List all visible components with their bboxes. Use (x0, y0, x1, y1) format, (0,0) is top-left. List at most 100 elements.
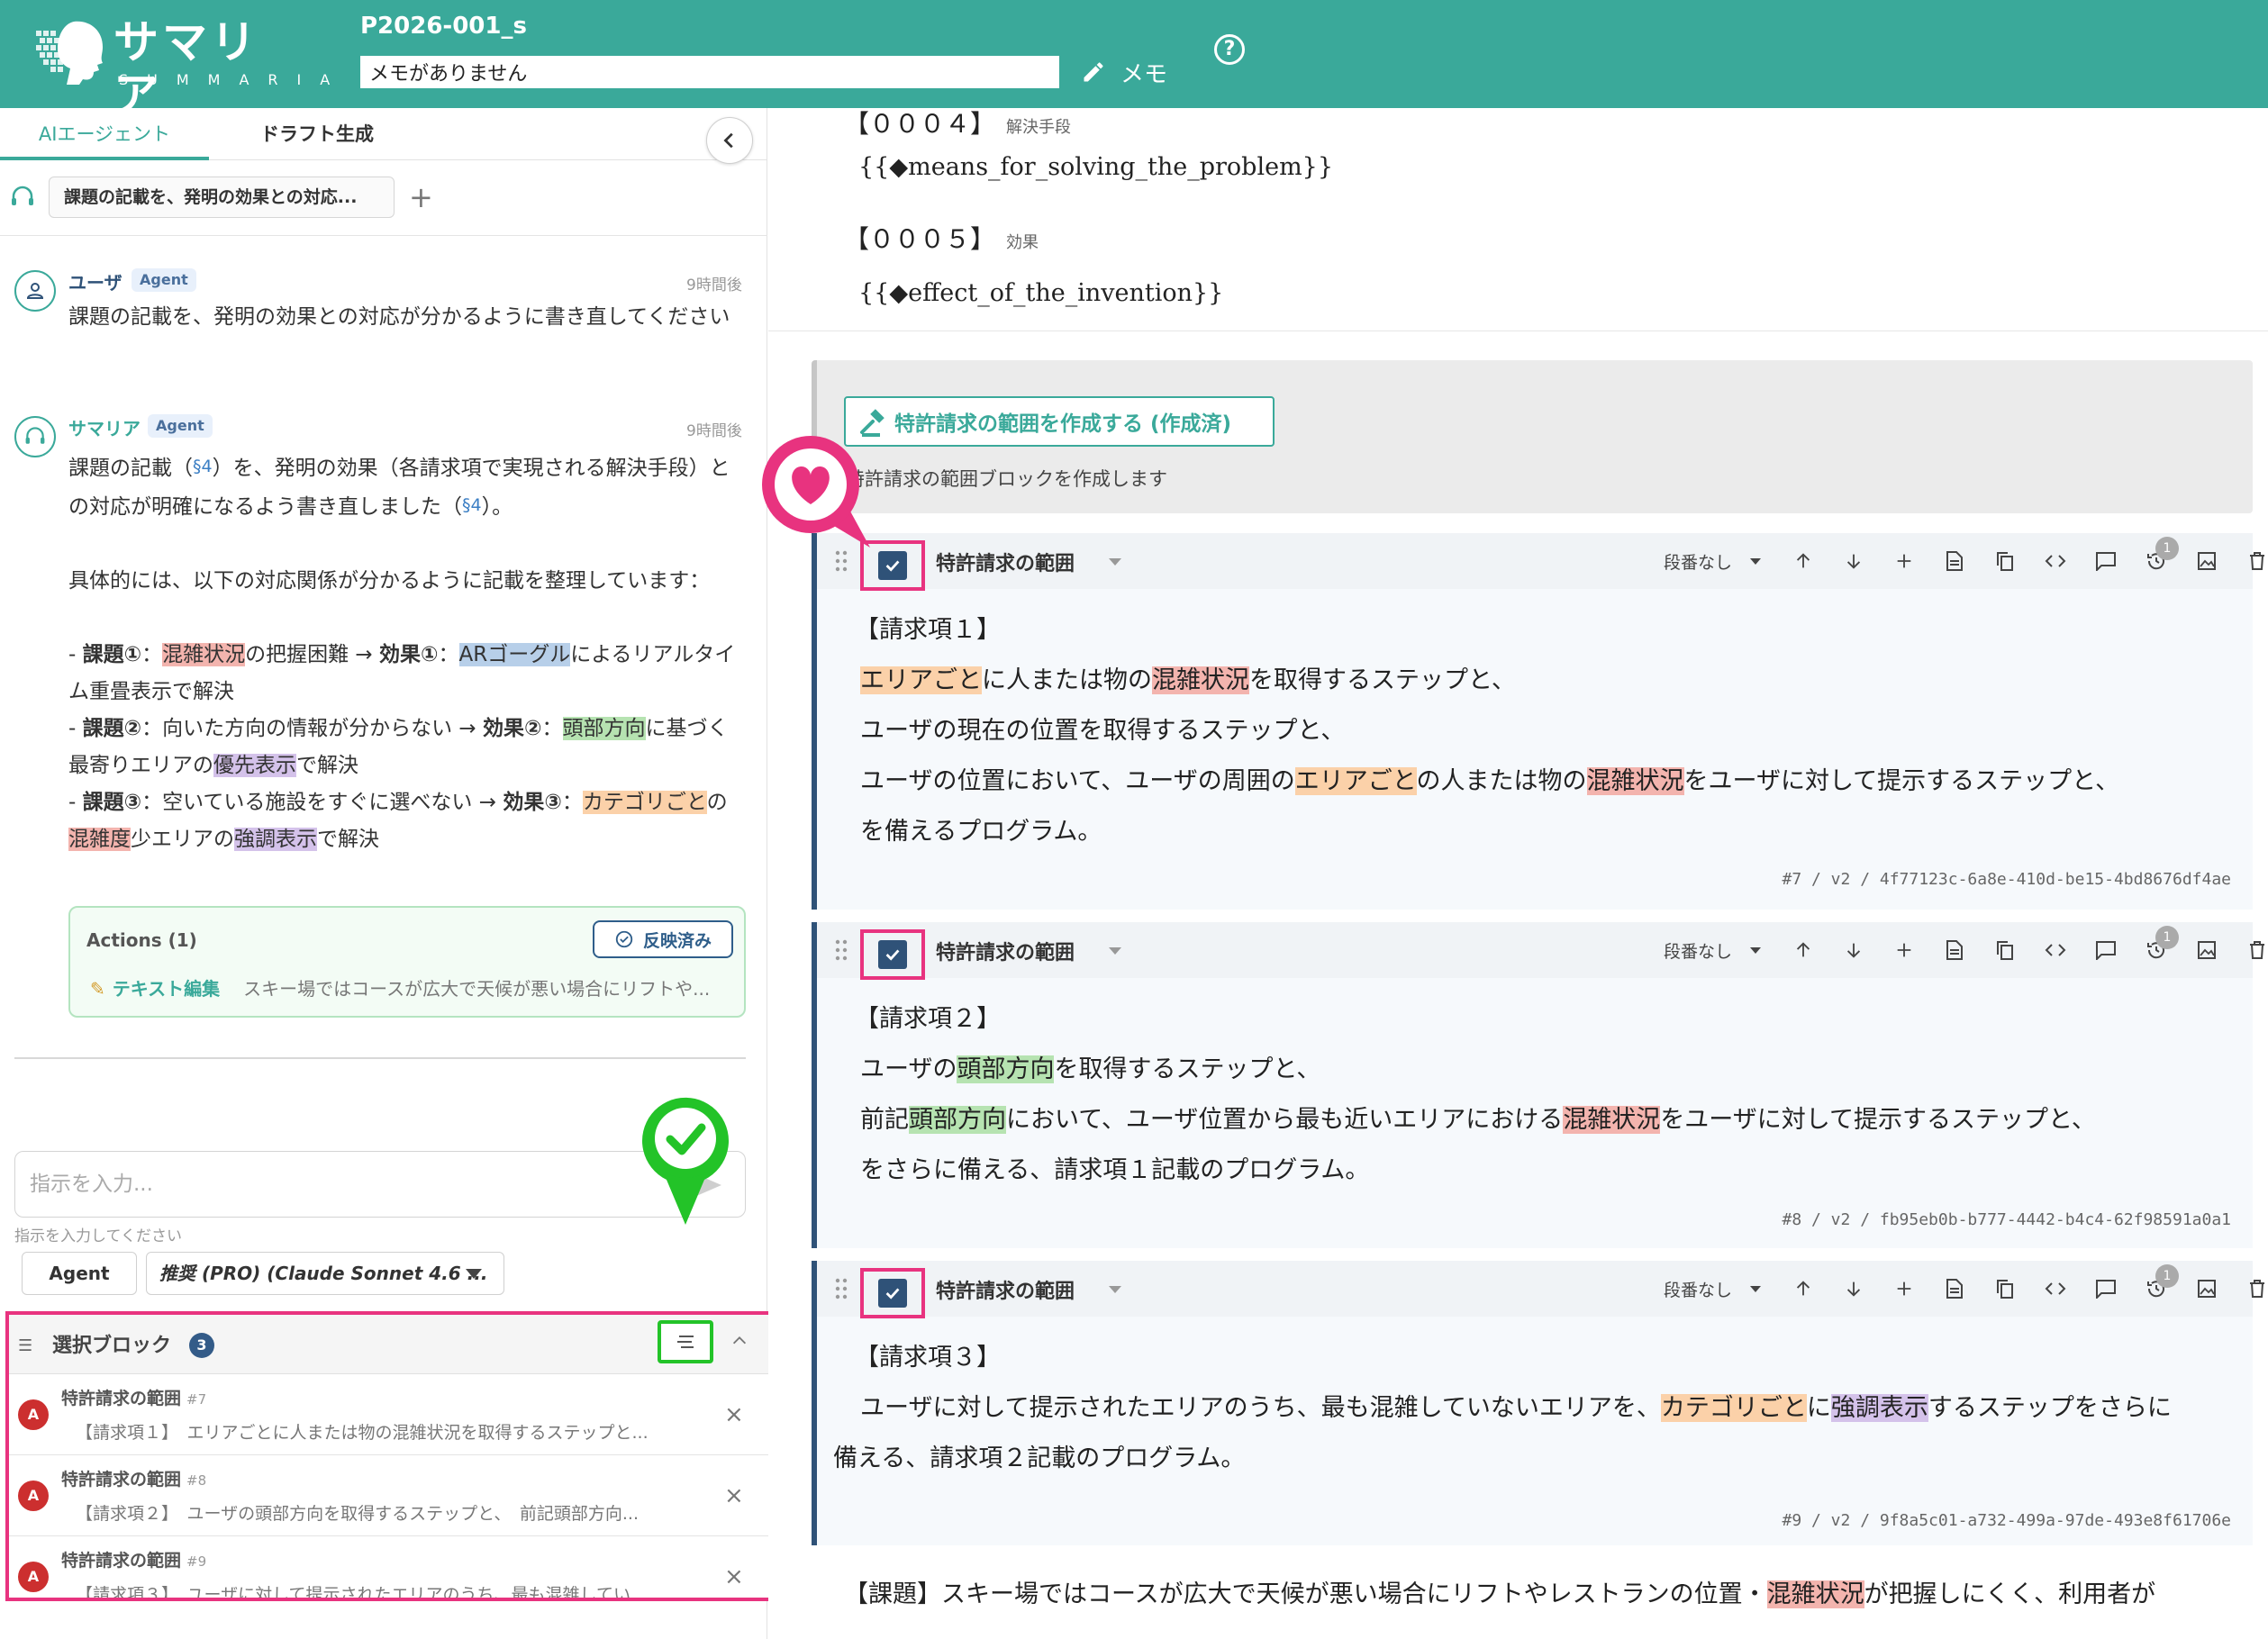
add-block-plus-icon[interactable] (1891, 548, 1918, 575)
message-time: 9時間後 (686, 276, 742, 294)
remove-selection-close-icon[interactable]: × (724, 1482, 744, 1509)
document-title: P2026-001_s (360, 13, 527, 40)
caret-down-icon (466, 1269, 482, 1279)
document-icon[interactable] (1941, 937, 1968, 964)
action-item[interactable]: ✎ テキスト編集 スキー場ではコースが広大で天候が悪い場合にリフトや... (90, 973, 730, 1005)
block-type-title[interactable]: 特許請求の範囲 (936, 548, 1075, 576)
claim-line: ユーザの頭部方向を取得するステップと、 (860, 1055, 1321, 1083)
claim-generation-description: 特許請求の範囲ブロックを作成します (846, 468, 1167, 490)
memo-input[interactable] (360, 56, 1059, 88)
trash-icon[interactable] (2244, 1275, 2268, 1302)
image-icon[interactable] (2193, 1275, 2220, 1302)
document-icon[interactable] (1941, 548, 1968, 575)
create-claims-button[interactable]: 特許請求の範囲を作成する (作成済) (844, 396, 1275, 447)
trash-icon[interactable] (2244, 937, 2268, 964)
collapse-panel-button[interactable] (706, 117, 753, 164)
tab-ai-agent[interactable]: AIエージェント (0, 108, 209, 160)
prompt-input[interactable] (30, 1164, 660, 1204)
selected-block-item[interactable]: A 特許請求の範囲 #7 【請求項１】 エリアごとに人または物の混雑状況を取得する… (9, 1374, 773, 1455)
claim-text[interactable]: 【請求項３】 ユーザに対して提示されたエリアのうち、最も混雑していないエリアを、… (817, 1333, 2253, 1484)
numbering-select[interactable]: 段番なし (1664, 938, 1732, 963)
caret-down-icon[interactable] (1109, 1286, 1121, 1293)
numbering-select[interactable]: 段番なし (1664, 549, 1732, 574)
selected-block-item[interactable]: A 特許請求の範囲 #8 【請求項２】 ユーザの頭部方向を取得するステップと、 前… (9, 1455, 773, 1536)
message-time: 9時間後 (686, 422, 742, 440)
bullet-issue-3: - 課題③：空いている施設をすぐに選べない → 効果③：カテゴリごとの混雑度少エ… (68, 791, 728, 851)
paragraph-text[interactable]: {{◆effect_of_the_invention}} (858, 279, 1223, 307)
history-count-badge: 1 (2155, 926, 2179, 949)
claim-text[interactable]: 【請求項１】 エリアごとに人または物の混雑状況を取得するステップと、 ユーザの現… (817, 605, 2253, 857)
tab-draft-generation[interactable]: ドラフト生成 (209, 108, 425, 160)
block-type-title[interactable]: 特許請求の範囲 (936, 1275, 1075, 1304)
move-down-arrow-icon[interactable] (1840, 548, 1867, 575)
summary-lines-button[interactable] (658, 1320, 713, 1363)
block-select-checkbox[interactable] (860, 1268, 925, 1318)
remove-selection-close-icon[interactable]: × (724, 1401, 744, 1428)
panel-tabs: AIエージェント ドラフト生成 (0, 108, 767, 164)
move-up-arrow-icon[interactable] (1790, 548, 1817, 575)
copy-icon[interactable] (1991, 548, 2019, 575)
code-icon[interactable] (2042, 937, 2069, 964)
head-profile-logo-icon (36, 21, 103, 85)
caret-down-icon[interactable] (1109, 558, 1121, 566)
model-select[interactable]: 推奨 (PRO) (Claude Sonnet 4.6 ... (146, 1252, 504, 1295)
comment-icon[interactable] (2092, 548, 2119, 575)
drag-handle-icon[interactable] (835, 938, 848, 962)
move-down-arrow-icon[interactable] (1840, 1275, 1867, 1302)
numbering-select[interactable]: 段番なし (1664, 1277, 1732, 1301)
block-type-title[interactable]: 特許請求の範囲 (936, 937, 1075, 965)
add-block-plus-icon[interactable] (1891, 937, 1918, 964)
image-icon[interactable] (2193, 548, 2220, 575)
agent-headset-icon (25, 427, 45, 444)
selected-count-badge: 3 (189, 1333, 214, 1358)
author-avatar: A (18, 1399, 49, 1430)
move-down-arrow-icon[interactable] (1840, 937, 1867, 964)
move-up-arrow-icon[interactable] (1790, 937, 1817, 964)
claim-text[interactable]: 【請求項２】 ユーザの頭部方向を取得するステップと、 前記頭部方向において、ユー… (817, 994, 2253, 1196)
help-icon[interactable]: ? (1214, 34, 1245, 65)
caret-down-icon[interactable] (1750, 1286, 1761, 1292)
drag-handle-icon[interactable] (835, 1277, 848, 1300)
remove-selection-close-icon[interactable]: × (724, 1563, 744, 1590)
add-block-plus-icon[interactable] (1891, 1275, 1918, 1302)
applied-button[interactable]: 反映済み (593, 920, 733, 958)
mode-select[interactable]: Agent (22, 1252, 137, 1295)
section-reference-link[interactable]: §4 (193, 457, 213, 476)
user-message-text: 課題の記載を、発明の効果との対応が分かるように書き直してください (68, 305, 730, 329)
copy-icon[interactable] (1991, 937, 2019, 964)
summary-problem-text[interactable]: 【課題】スキー場ではコースが広大で天候が悪い場合にリフトやレストランの位置・混雑… (844, 1574, 2155, 1609)
app-header: サマリア SUMMARIA P2026-001_s メモ ? (0, 0, 2268, 121)
caret-down-icon[interactable] (1109, 947, 1121, 955)
comment-icon[interactable] (2092, 1275, 2119, 1302)
document-icon[interactable] (1941, 1275, 1968, 1302)
code-icon[interactable] (2042, 548, 2069, 575)
caret-down-icon[interactable] (1750, 947, 1761, 954)
summaria-logo[interactable]: サマリア SUMMARIA (34, 16, 330, 121)
image-icon[interactable] (2193, 937, 2220, 964)
thread-chip[interactable]: 課題の記載を、発明の効果との対応... (49, 177, 395, 218)
comment-icon[interactable] (2092, 937, 2119, 964)
claim-block[interactable]: 特許請求の範囲 段番なし 1 【請求項１】 エリアごとに人または物の混雑状況を取… (812, 533, 2264, 910)
claim-generation-block: 特許請求の範囲を作成する (作成済) 特許請求の範囲ブロックを作成します (812, 360, 2253, 513)
checkmark-icon (885, 949, 900, 961)
claim-block[interactable]: 特許請求の範囲 段番なし 1 【請求項３】 ユーザに対して提示されたエリアのうち… (812, 1261, 2264, 1545)
claim-block[interactable]: 特許請求の範囲 段番なし 1 【請求項２】 ユーザの頭部方向を取得するステップと… (812, 922, 2264, 1248)
claim-heading: 【請求項２】 (855, 1005, 1001, 1033)
section-reference-link[interactable]: §4 (462, 495, 482, 515)
block-select-checkbox[interactable] (860, 929, 925, 980)
chevron-up-icon[interactable] (730, 1331, 749, 1351)
copy-icon[interactable] (1991, 1275, 2019, 1302)
list-check-icon: ☰ (18, 1336, 33, 1355)
memo-button[interactable]: メモ (1081, 52, 1167, 92)
paragraph-text[interactable]: {{◆means_for_solving_the_problem}} (858, 153, 1333, 181)
caret-down-icon[interactable] (1750, 558, 1761, 565)
lines-icon (677, 1336, 694, 1348)
selected-block-item[interactable]: A 特許請求の範囲 #9 【請求項３】 ユーザに対して提示されたエリアのうち、最も… (9, 1536, 773, 1598)
message-author: ユーザ (68, 272, 122, 294)
actions-card: Actions (1) 反映済み ✎ テキスト編集 スキー場ではコースが広大で天候が… (68, 906, 746, 1018)
move-up-arrow-icon[interactable] (1790, 1275, 1817, 1302)
trash-icon[interactable] (2244, 548, 2268, 575)
code-icon[interactable] (2042, 1275, 2069, 1302)
checkmark-icon (885, 1288, 900, 1299)
new-thread-button[interactable]: + (409, 177, 433, 218)
